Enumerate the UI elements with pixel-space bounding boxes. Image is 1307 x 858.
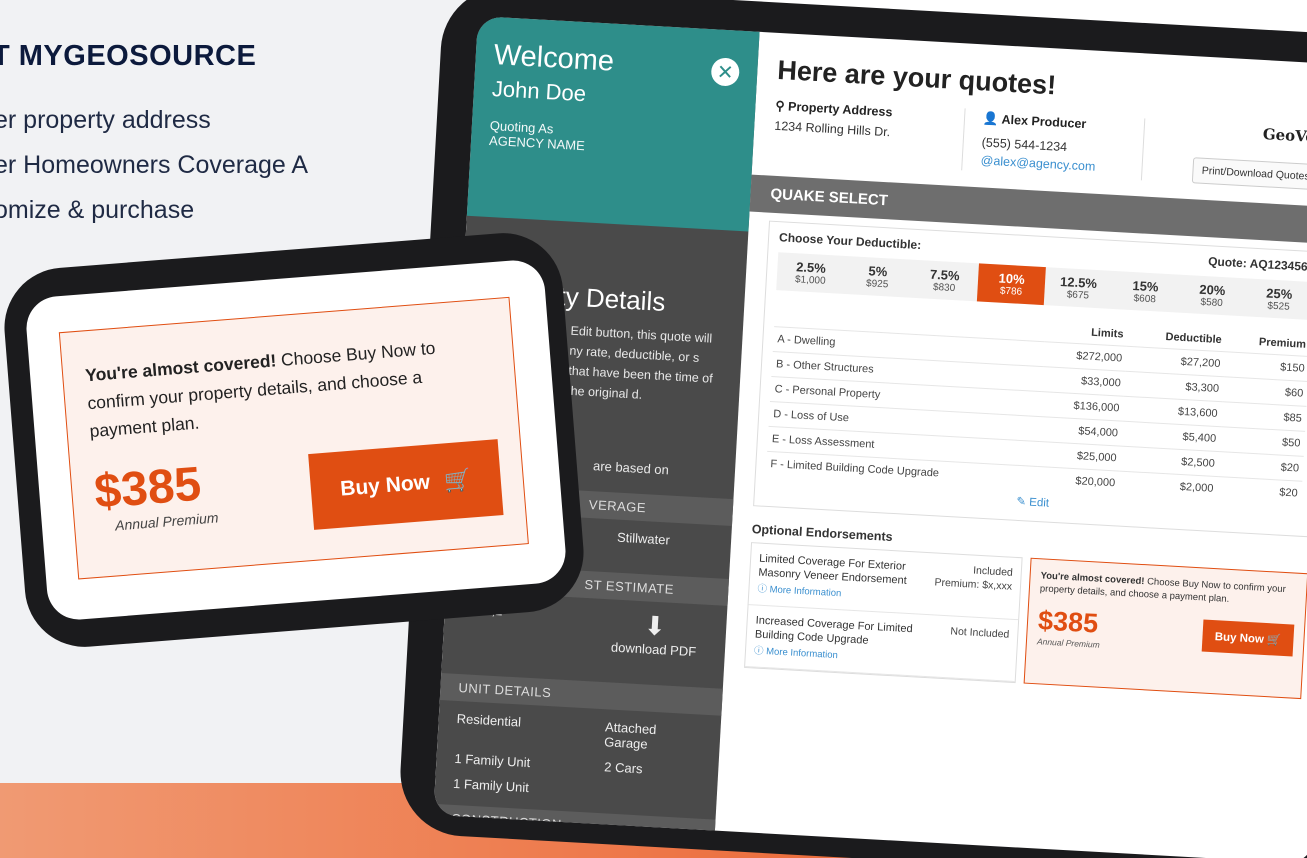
quote-id-label: Quote: <box>1207 254 1248 271</box>
property-address-block: ⚲ Property Address 1234 Rolling Hills Dr… <box>772 97 966 171</box>
cart-icon: 🛒 <box>442 466 473 494</box>
deductible-amount: $925 <box>865 278 889 291</box>
phone-cta-row: $385 Annual Premium Buy Now 🛒 <box>92 435 504 547</box>
deductible-amount: $1,000 <box>794 274 826 287</box>
deductible-option[interactable]: 20% $580 <box>1178 275 1247 317</box>
deductible-pct: 20% <box>1198 281 1226 299</box>
buy-now-label: Buy Now <box>1214 630 1265 646</box>
purchase-cta-card: You're almost covered! Choose Buy Now to… <box>1023 557 1307 700</box>
deductible-option[interactable]: 5% $925 <box>843 256 912 298</box>
producer-block: 👤 Alex Producer (555) 544-1234 @alex@age… <box>962 108 1146 181</box>
phone-buy-now-label: Buy Now <box>339 470 431 501</box>
deductible-pct: 12.5% <box>1059 273 1098 292</box>
optional-endorsements: Limited Coverage For Exterior Masonry Ve… <box>744 542 1307 700</box>
cta-row: $385 Annual Premium Buy Now 🛒 <box>1037 605 1295 660</box>
deductible-amount: $830 <box>932 281 956 295</box>
quote-main: Here are your quotes! ⚲ Property Address… <box>715 32 1307 858</box>
garage-cars: 2 Cars <box>603 759 643 777</box>
phone-screen: You're almost covered! Choose Buy Now to… <box>24 258 568 622</box>
deductible-option[interactable]: 15% $608 <box>1111 271 1180 313</box>
buy-now-button[interactable]: Buy Now 🛒 <box>1201 619 1295 657</box>
hero-step-1: er property address <box>0 106 211 134</box>
quote-id-value: AQ1234567 <box>1249 256 1307 275</box>
deductible-option[interactable]: 7.5% $830 <box>910 260 979 302</box>
deductible-pct: 7.5% <box>929 266 960 284</box>
deductible-option[interactable]: 2.5% $1,000 <box>776 252 845 294</box>
endorsement-status: Not Included <box>950 625 1010 641</box>
deductible-pct: 15% <box>1132 278 1159 295</box>
annual-premium-label: Annual Premium <box>1036 636 1101 650</box>
deductible-pct: 25% <box>1265 285 1293 302</box>
deductible-option[interactable]: 12.5% $675 <box>1044 267 1113 309</box>
print-download-button[interactable]: Print/Download Quotes ⬇ <box>1192 157 1307 191</box>
deductible-amount: $675 <box>1066 289 1090 302</box>
deductible-option-selected[interactable]: 10% $786 <box>976 263 1046 306</box>
person-icon: 👤 <box>982 111 1003 127</box>
quote-id: Quote: AQ1234567 <box>1208 254 1307 274</box>
quote-info-row: ⚲ Property Address 1234 Rolling Hills Dr… <box>772 97 1307 191</box>
phone-purchase-card: You're almost covered! Choose Buy Now to… <box>58 296 529 580</box>
download-pdf-button[interactable]: ⬇ download PDF <box>611 610 699 659</box>
phone-buy-now-button[interactable]: Buy Now 🛒 <box>308 439 504 530</box>
hero-step-2: er Homeowners Coverage A <box>0 151 309 179</box>
unit-type: Residential <box>456 710 522 730</box>
deductible-amount: $525 <box>1267 300 1290 313</box>
endorsement-premium: Premium: $x,xxx <box>934 576 1013 593</box>
info-icon: ⓘ <box>753 645 767 658</box>
more-information-label: More Information <box>765 646 839 662</box>
welcome-box: Welcome John Doe Quoting As AGENCY NAME … <box>466 16 760 232</box>
more-information-label: More Information <box>769 584 842 600</box>
coverage-table: Limits Deductible Premium A - Dwelling $2… <box>765 304 1307 506</box>
endorsement-list: Limited Coverage For Exterior Masonry Ve… <box>744 542 1023 684</box>
deductible-pct: 10% <box>998 270 1026 287</box>
deductible-amount: $786 <box>999 285 1023 298</box>
garage-type: Attached Garage <box>603 719 657 752</box>
geovera-logo: GeoVera <box>1262 125 1307 147</box>
property-address-label: Property Address <box>787 99 893 120</box>
phone-cta-message: You're almost covered! Choose Buy Now to… <box>84 330 495 446</box>
deductible-pct: 2.5% <box>795 259 827 276</box>
info-icon: ⓘ <box>757 583 770 596</box>
pencil-icon: ✎ <box>1016 495 1030 509</box>
location-pin-icon: ⚲ <box>775 98 789 114</box>
deductible-pct: 5% <box>868 263 888 280</box>
hero-step-3: omize & purchase <box>0 196 195 224</box>
deductible-amount: $608 <box>1133 293 1157 306</box>
print-download-label: Print/Download Quotes <box>1201 164 1307 183</box>
choose-deductible-label: Choose Your Deductible: <box>778 230 922 253</box>
deductible-option[interactable]: 25% $525 <box>1244 278 1307 320</box>
producer-name: Alex Producer <box>1001 112 1087 132</box>
cta-message: You're almost covered! Choose Buy Now to… <box>1040 569 1297 609</box>
property-address: 1234 Rolling Hills Dr. <box>773 118 891 140</box>
cart-icon: 🛒 <box>1266 633 1282 647</box>
phone-annual-premium-price: $385 <box>92 457 204 519</box>
hero-title: T MYGEOSOURCE <box>0 40 257 72</box>
brand-block: GeoVera Print/Download Quotes ⬇ <box>1142 118 1307 191</box>
hero-steps: er property address er Homeowners Covera… <box>0 98 308 233</box>
edit-label: Edit <box>1028 496 1050 510</box>
coverage-value: Stillwater <box>616 529 671 548</box>
deductible-card: Choose Your Deductible: Quote: AQ1234567… <box>753 220 1307 538</box>
download-icon: ⬇ <box>643 611 667 643</box>
annual-premium-price: $385 <box>1037 605 1099 639</box>
deductible-amount: $580 <box>1200 296 1224 310</box>
